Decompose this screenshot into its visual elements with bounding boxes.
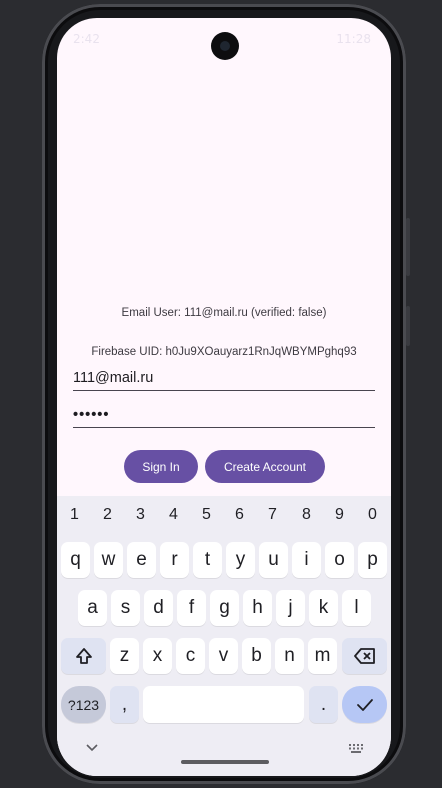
key-g[interactable]: g <box>210 590 239 626</box>
soft-keyboard: 1 2 3 4 5 6 7 8 9 0 q w e r t y u i o p … <box>57 496 391 776</box>
backspace-key[interactable] <box>342 638 387 674</box>
key-c[interactable]: c <box>176 638 205 674</box>
key-f[interactable]: f <box>177 590 206 626</box>
key-x[interactable]: x <box>143 638 172 674</box>
key-k[interactable]: k <box>309 590 338 626</box>
status-time: 2:42 <box>73 32 100 46</box>
key-6[interactable]: 6 <box>223 506 256 524</box>
key-a[interactable]: a <box>78 590 107 626</box>
key-v[interactable]: v <box>209 638 238 674</box>
key-i[interactable]: i <box>292 542 321 578</box>
volume-button <box>406 218 410 276</box>
space-key[interactable] <box>143 686 304 723</box>
key-s[interactable]: s <box>111 590 140 626</box>
key-4[interactable]: 4 <box>157 506 190 524</box>
camera-cutout <box>211 32 239 60</box>
shift-key[interactable] <box>61 638 106 674</box>
chevron-down-icon[interactable] <box>86 744 98 752</box>
email-user-text: Email User: 111@mail.ru (verified: false… <box>121 307 327 319</box>
key-j[interactable]: j <box>276 590 305 626</box>
power-button <box>406 306 410 346</box>
backspace-icon <box>353 648 375 664</box>
key-7[interactable]: 7 <box>256 506 289 524</box>
key-w[interactable]: w <box>94 542 123 578</box>
key-5[interactable]: 5 <box>190 506 223 524</box>
key-r[interactable]: r <box>160 542 189 578</box>
password-field[interactable] <box>73 405 375 428</box>
key-8[interactable]: 8 <box>290 506 323 524</box>
home-indicator[interactable] <box>181 760 269 764</box>
key-b[interactable]: b <box>242 638 271 674</box>
key-n[interactable]: n <box>275 638 304 674</box>
shift-icon <box>75 648 92 664</box>
key-u[interactable]: u <box>259 542 288 578</box>
email-field[interactable] <box>73 368 375 391</box>
keyboard-bottom-bar <box>57 734 391 774</box>
firebase-uid-text: Firebase UID: h0Ju9XOauyarz1RnJqWBYMPghq… <box>91 346 357 358</box>
key-3[interactable]: 3 <box>124 506 157 524</box>
key-9[interactable]: 9 <box>323 506 356 524</box>
key-m[interactable]: m <box>308 638 337 674</box>
key-1[interactable]: 1 <box>58 506 91 524</box>
key-q[interactable]: q <box>61 542 90 578</box>
sign-in-button[interactable]: Sign In <box>124 450 198 483</box>
key-z[interactable]: z <box>110 638 139 674</box>
key-d[interactable]: d <box>144 590 173 626</box>
key-o[interactable]: o <box>325 542 354 578</box>
key-0[interactable]: 0 <box>356 506 389 524</box>
email-input[interactable] <box>73 368 375 388</box>
checkmark-icon <box>356 698 373 711</box>
keyboard-grid-icon[interactable] <box>349 744 363 753</box>
key-l[interactable]: l <box>342 590 371 626</box>
status-right: 11:28 <box>336 32 371 46</box>
key-p[interactable]: p <box>358 542 387 578</box>
key-t[interactable]: t <box>193 542 222 578</box>
create-account-button[interactable]: Create Account <box>205 450 325 483</box>
comma-key[interactable]: , <box>110 686 139 723</box>
key-e[interactable]: e <box>127 542 156 578</box>
key-h[interactable]: h <box>243 590 272 626</box>
symbols-key[interactable]: ?123 <box>61 686 106 723</box>
app-screen: 2:42 11:28 Email User: 111@mail.ru (veri… <box>57 18 391 776</box>
period-key[interactable]: . <box>309 686 338 723</box>
key-y[interactable]: y <box>226 542 255 578</box>
key-2[interactable]: 2 <box>91 506 124 524</box>
enter-key[interactable] <box>342 686 387 723</box>
password-input[interactable] <box>73 405 375 425</box>
number-row: 1 2 3 4 5 6 7 8 9 0 <box>57 506 391 526</box>
